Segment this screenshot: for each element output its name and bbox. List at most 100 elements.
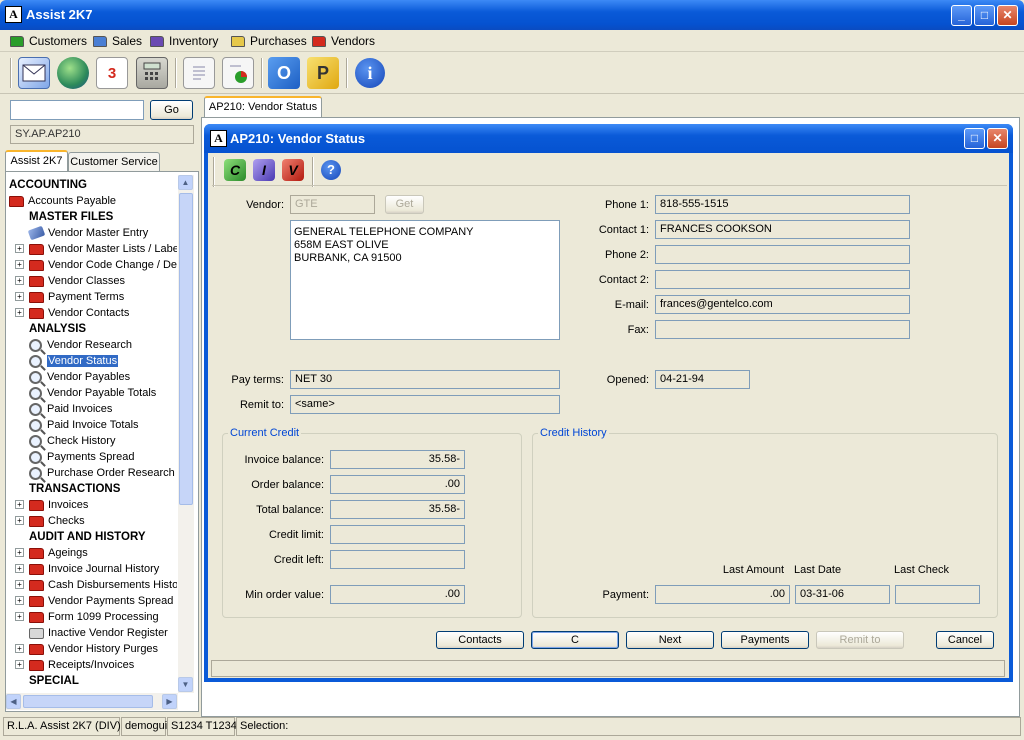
- tree-item[interactable]: + Ageings: [15, 545, 88, 561]
- expand-icon[interactable]: +: [15, 580, 24, 589]
- get-button[interactable]: Get: [385, 195, 424, 214]
- tree-item[interactable]: Vendor Payables: [29, 369, 130, 385]
- tree-item[interactable]: + Payment Terms: [15, 289, 124, 305]
- tree-item[interactable]: + Vendor Code Change / Delete: [15, 257, 177, 273]
- expand-icon[interactable]: +: [15, 260, 24, 269]
- tree-horizontal-scrollbar[interactable]: ◀ ▶: [6, 693, 178, 710]
- fax-field[interactable]: [655, 320, 910, 339]
- scroll-right-icon[interactable]: ▶: [162, 694, 177, 709]
- publisher-icon[interactable]: P: [307, 57, 339, 89]
- payment-date-field[interactable]: 03-31-06: [795, 585, 890, 604]
- pay-terms-field[interactable]: NET 30: [290, 370, 560, 389]
- tree-item[interactable]: + Vendor Classes: [15, 273, 125, 289]
- calculator-icon[interactable]: [136, 57, 168, 89]
- tree-item[interactable]: Payments Spread: [29, 449, 134, 465]
- tree-item[interactable]: + Vendor Payments Spread Report: [15, 593, 177, 609]
- tree-item[interactable]: Accounts Payable: [9, 193, 116, 209]
- expand-icon[interactable]: +: [15, 596, 24, 605]
- report-chart-icon[interactable]: [222, 57, 254, 89]
- expand-icon[interactable]: +: [15, 516, 24, 525]
- expand-icon[interactable]: +: [15, 500, 24, 509]
- expand-icon[interactable]: +: [15, 244, 24, 253]
- menu-vendors[interactable]: Vendors: [312, 33, 375, 49]
- credit-limit-field[interactable]: [330, 525, 465, 544]
- tree-item[interactable]: + Receipts/Invoices: [15, 657, 134, 673]
- form-icon[interactable]: [183, 57, 215, 89]
- scroll-up-icon[interactable]: ▲: [178, 175, 193, 190]
- menu-customers[interactable]: Customers: [10, 33, 87, 49]
- customer-tool-icon[interactable]: C: [224, 159, 246, 181]
- remit-to-field[interactable]: <same>: [290, 395, 560, 414]
- payment-amount-field[interactable]: .00: [655, 585, 790, 604]
- maximize-button[interactable]: □: [974, 5, 995, 26]
- credit-left-field[interactable]: [330, 550, 465, 569]
- tree-item[interactable]: Vendor Research: [29, 337, 132, 353]
- cancel-button[interactable]: Cancel: [936, 631, 994, 649]
- tree-item[interactable]: + Checks: [15, 513, 85, 529]
- dialog-maximize-button[interactable]: □: [964, 128, 985, 149]
- dialog-close-button[interactable]: ✕: [987, 128, 1008, 149]
- tree-item[interactable]: + Vendor Contacts: [15, 305, 129, 321]
- tree-item[interactable]: Vendor Master Entry: [27, 225, 148, 241]
- help-icon[interactable]: ?: [321, 160, 341, 180]
- remit-to-button[interactable]: Remit to: [816, 631, 904, 649]
- tree-item[interactable]: Vendor Payable Totals: [29, 385, 156, 401]
- minimize-button[interactable]: _: [951, 5, 972, 26]
- payment-check-field[interactable]: [895, 585, 980, 604]
- expand-icon[interactable]: +: [15, 644, 24, 653]
- next-button[interactable]: Next: [626, 631, 714, 649]
- email-field[interactable]: frances@gentelco.com: [655, 295, 910, 314]
- scroll-down-icon[interactable]: ▼: [178, 677, 193, 692]
- tree-item[interactable]: + Invoice Journal History: [15, 561, 159, 577]
- contact2-field[interactable]: [655, 270, 910, 289]
- tree-item[interactable]: Check History: [29, 433, 115, 449]
- expand-icon[interactable]: +: [15, 612, 24, 621]
- payments-button[interactable]: Payments: [721, 631, 809, 649]
- menu-inventory[interactable]: Inventory: [150, 33, 218, 49]
- tree-item[interactable]: + Form 1099 Processing: [15, 609, 159, 625]
- total-balance-field[interactable]: 35.58-: [330, 500, 465, 519]
- contacts-button[interactable]: Contacts: [436, 631, 524, 649]
- outlook-icon[interactable]: O: [268, 57, 300, 89]
- opened-field[interactable]: 04-21-94: [655, 370, 750, 389]
- tree-item[interactable]: Paid Invoice Totals: [29, 417, 139, 433]
- scroll-left-icon[interactable]: ◀: [6, 694, 21, 709]
- tree-item[interactable]: + Vendor Master Lists / Labels: [15, 241, 177, 257]
- go-button[interactable]: Go: [150, 100, 193, 120]
- c-button[interactable]: C: [531, 631, 619, 649]
- menu-purchases[interactable]: Purchases: [231, 33, 307, 49]
- calendar-icon[interactable]: 3: [96, 57, 128, 89]
- tree-item[interactable]: + Invoices: [15, 497, 88, 513]
- expand-icon[interactable]: +: [15, 660, 24, 669]
- expand-icon[interactable]: +: [15, 276, 24, 285]
- tree-item[interactable]: Inactive Vendor Register: [29, 625, 168, 641]
- globe-icon[interactable]: [57, 57, 89, 89]
- tree-item[interactable]: Paid Invoices: [29, 401, 112, 417]
- info-icon[interactable]: i: [355, 58, 385, 88]
- scroll-thumb[interactable]: [23, 695, 153, 708]
- tab-ap210-vendor-status[interactable]: AP210: Vendor Status: [204, 96, 322, 118]
- tree-item[interactable]: + Cash Disbursements History: [15, 577, 177, 593]
- tree-item[interactable]: Vendor Status: [29, 353, 119, 369]
- min-order-value-field[interactable]: .00: [330, 585, 465, 604]
- expand-icon[interactable]: +: [15, 548, 24, 557]
- expand-icon[interactable]: +: [15, 292, 24, 301]
- tree-item[interactable]: Purchase Order Research: [29, 465, 175, 481]
- phone2-field[interactable]: [655, 245, 910, 264]
- inventory-tool-icon[interactable]: I: [253, 159, 275, 181]
- tab-assist-2k7[interactable]: Assist 2K7: [5, 150, 68, 172]
- contact1-field[interactable]: FRANCES COOKSON: [655, 220, 910, 239]
- close-button[interactable]: ✕: [997, 5, 1018, 26]
- menu-sales[interactable]: Sales: [93, 33, 142, 49]
- search-input[interactable]: [10, 100, 144, 120]
- mail-icon[interactable]: [18, 57, 50, 89]
- tab-customer-service[interactable]: Customer Service: [68, 152, 160, 172]
- phone1-field[interactable]: 818-555-1515: [655, 195, 910, 214]
- expand-icon[interactable]: +: [15, 308, 24, 317]
- vendor-code-field[interactable]: GTE: [290, 195, 375, 214]
- expand-icon[interactable]: +: [15, 564, 24, 573]
- invoice-balance-field[interactable]: 35.58-: [330, 450, 465, 469]
- scroll-thumb[interactable]: [179, 193, 193, 505]
- order-balance-field[interactable]: .00: [330, 475, 465, 494]
- vendor-tool-icon[interactable]: V: [282, 159, 304, 181]
